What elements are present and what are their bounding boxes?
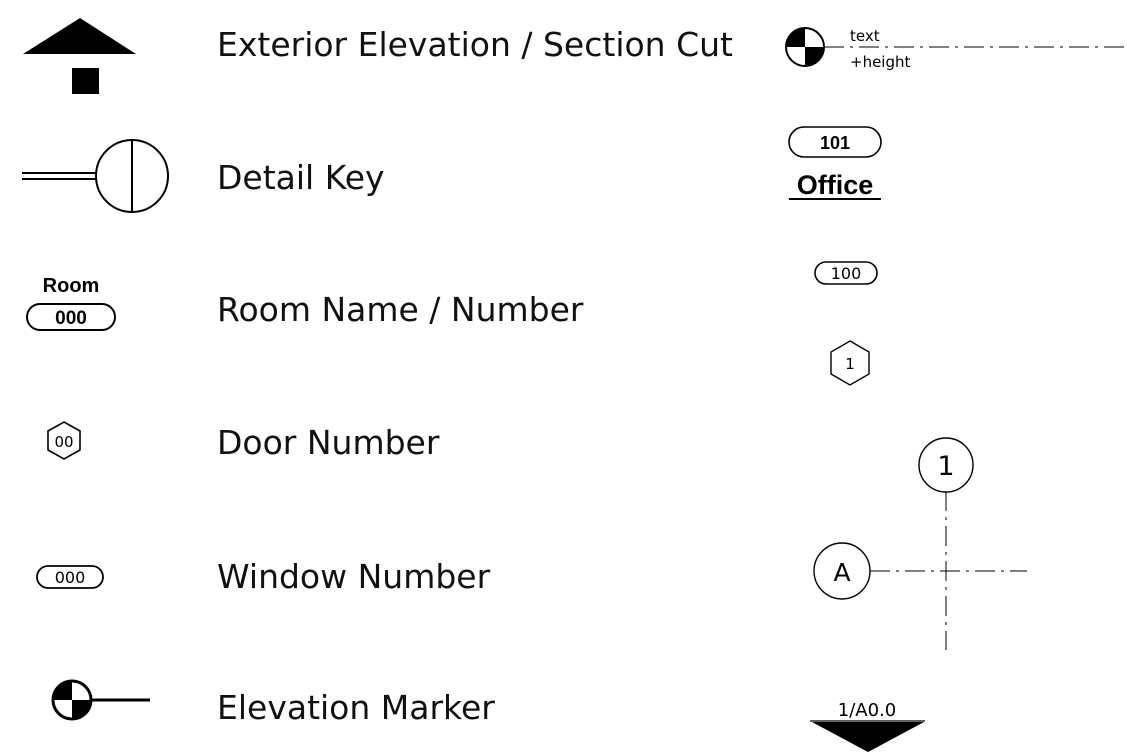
section-ref-label: 1/A0.0 xyxy=(838,700,896,721)
door-tag-example: 1 xyxy=(830,340,870,386)
section-arrow-block xyxy=(72,68,99,94)
level-marker-height: +height xyxy=(850,53,910,71)
elevation-marker-symbol xyxy=(51,679,150,721)
legend-label-door-number: Door Number xyxy=(217,423,440,462)
door-example-number: 1 xyxy=(845,355,855,373)
window-tag-example: 100 xyxy=(814,261,878,285)
symbol-drawing: Room 000 00 000 text +height 101 Office … xyxy=(22,18,1127,752)
legend-label-elevation-marker: Elevation Marker xyxy=(217,688,495,727)
room-tag-symbol: Room 000 xyxy=(26,275,116,331)
window-tag-number: 000 xyxy=(55,568,86,587)
section-arrow-head xyxy=(23,18,136,54)
section-ref-arrow xyxy=(812,722,924,752)
room-tag-number: 000 xyxy=(55,308,87,329)
window-tag-symbol: 000 xyxy=(36,565,104,589)
symbol-legend: Room 000 00 000 text +height 101 Office … xyxy=(0,0,1127,752)
legend-label-section-cut: Exterior Elevation / Section Cut xyxy=(217,25,733,64)
level-marker-text: text xyxy=(850,27,880,45)
room-tag-name: Room xyxy=(43,275,100,297)
detail-key-symbol xyxy=(22,139,169,213)
door-tag-number: 00 xyxy=(54,433,73,451)
legend-label-detail-key: Detail Key xyxy=(217,158,385,197)
section-cut-symbol xyxy=(23,18,136,94)
grid-row-label: A xyxy=(833,558,850,587)
level-marker-example: text +height xyxy=(785,27,1127,71)
door-tag-symbol: 00 xyxy=(47,421,81,460)
room-tag-example: 101 Office xyxy=(788,126,882,200)
grid-column-label: 1 xyxy=(937,451,954,482)
section-ref-example: 1/A0.0 xyxy=(810,700,925,752)
window-example-number: 100 xyxy=(831,264,862,283)
legend-label-window-number: Window Number xyxy=(217,557,491,596)
legend-label-room-name: Room Name / Number xyxy=(217,290,584,329)
room-example-name: Office xyxy=(797,170,874,200)
grid-example: 1 A xyxy=(813,437,1027,650)
room-example-number: 101 xyxy=(820,133,850,153)
